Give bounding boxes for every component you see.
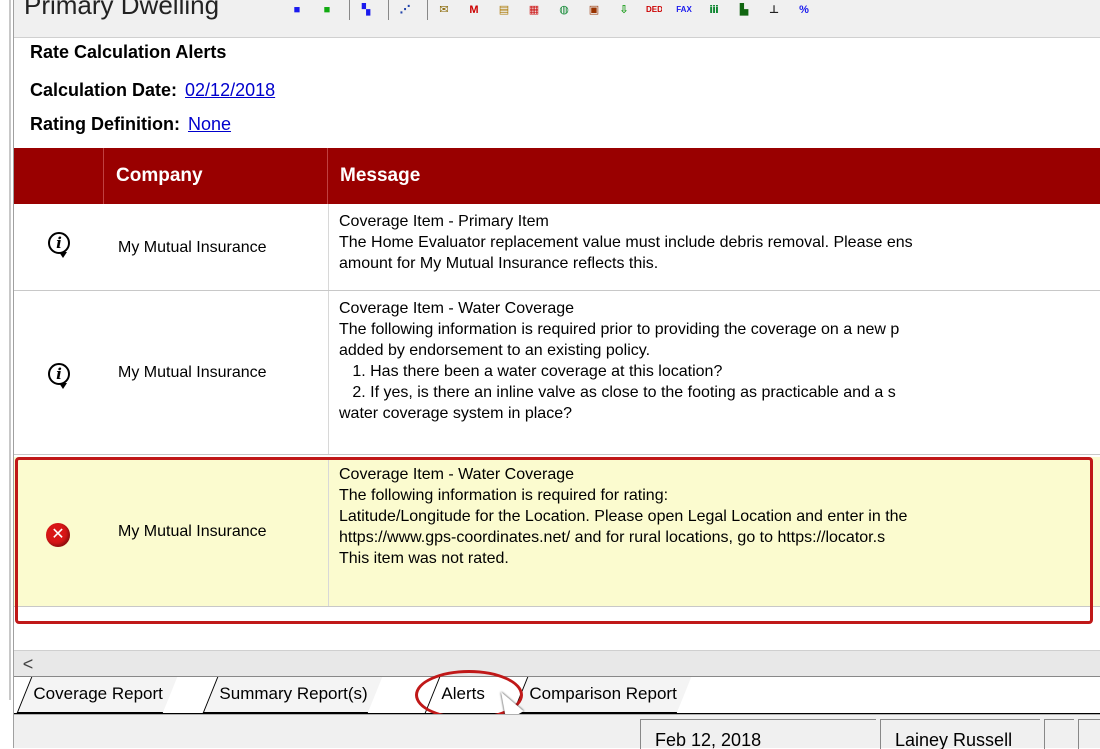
message-line: The following information is required pr…	[339, 321, 900, 338]
message-line: amount for My Mutual Insurance reflects …	[339, 255, 659, 272]
calculation-date-link[interactable]: 02/12/2018	[185, 80, 275, 100]
report-tabs: Coverage Report Summary Report(s) Alerts…	[14, 676, 1100, 714]
toolbar-title: Primary Dwelling	[24, 0, 220, 20]
tab-label: Coverage Report	[33, 684, 163, 703]
company-cell: My Mutual Insurance	[118, 238, 267, 256]
green-square-icon[interactable]: ■	[319, 3, 335, 17]
tab-label: Alerts	[441, 684, 485, 703]
building-icon[interactable]: ▙	[736, 3, 752, 17]
company-cell: My Mutual Insurance	[118, 364, 267, 381]
message-line: Coverage Item - Primary Item	[339, 213, 549, 230]
toolbar: Primary Dwelling ■ ■ ▚ ⋰ ✉ M ▤ ▦ ◍ ▣ ⇩ DED FAX ⅲ ▙ ⊥%	[14, 0, 1100, 38]
fax-icon[interactable]: FAX	[676, 3, 692, 17]
column-header-company[interactable]: Company	[104, 148, 328, 204]
status-date: Feb 12, 2018	[640, 719, 876, 749]
message-cell: Coverage Item - Primary Item The Home Ev…	[328, 204, 1100, 290]
ded-icon[interactable]: DED	[646, 3, 662, 17]
info-icon: i	[48, 363, 70, 389]
message-line: added by endorsement to an existing poli…	[339, 342, 651, 359]
message-line: Latitude/Longitude for the Location. Ple…	[339, 508, 908, 525]
toolbar-icons: ■ ■ ▚ ⋰ ✉ M ▤ ▦ ◍ ▣ ⇩ DED FAX ⅲ ▙ ⊥%	[289, 0, 826, 20]
grid-header: Company Message	[14, 148, 1100, 204]
download-icon[interactable]: ⇩	[616, 3, 632, 17]
status-bar: Feb 12, 2018 Lainey Russell	[14, 714, 1100, 749]
tree-icon[interactable]: ⅲ	[706, 3, 722, 17]
message-line: 1. Has there been a water coverage at th…	[339, 363, 723, 380]
brick-icon[interactable]: ▦	[526, 3, 542, 17]
horizontal-scrollbar[interactable]: <	[14, 650, 1100, 676]
tab-summary-reports[interactable]: Summary Report(s)	[202, 677, 383, 713]
message-cell: Coverage Item - Water Coverage The follo…	[328, 457, 1100, 606]
message-line: Coverage Item - Water Coverage	[339, 466, 575, 483]
toolbar-separator	[349, 0, 350, 20]
calculation-date-row: Calculation Date: 02/12/2018	[30, 80, 275, 101]
column-header-message[interactable]: Message	[328, 148, 1100, 204]
scroll-left-icon[interactable]: <	[18, 651, 38, 677]
message-line: https://www.gps-coordinates.net/ and for…	[339, 529, 886, 546]
blue-square-icon[interactable]: ■	[289, 3, 305, 17]
message-line: Coverage Item - Water Coverage	[339, 300, 575, 317]
status-user: Lainey Russell	[880, 719, 1040, 749]
status-panel-empty	[1078, 719, 1100, 749]
cursor-select-icon[interactable]: ⋰	[397, 3, 413, 17]
mail-icon[interactable]: ✉	[436, 3, 452, 17]
percent-icon[interactable]: %	[796, 3, 812, 17]
column-header-icon[interactable]	[14, 148, 104, 204]
message-line: This item was not rated.	[339, 550, 509, 567]
tab-label: Comparison Report	[529, 684, 677, 703]
tab-coverage-report[interactable]: Coverage Report	[16, 677, 178, 713]
rating-definition-link[interactable]: None	[188, 114, 231, 134]
rating-definition-row: Rating Definition: None	[30, 114, 231, 135]
message-cell: Coverage Item - Water Coverage The follo…	[328, 291, 1100, 454]
table-row[interactable]: i My Mutual Insurance Coverage Item - Wa…	[14, 291, 1100, 455]
message-line: 2. If yes, is there an inline valve as c…	[339, 384, 896, 401]
tab-comparison-report[interactable]: Comparison Report	[512, 677, 692, 713]
tab-label: Summary Report(s)	[219, 684, 368, 703]
globe-icon[interactable]: ◍	[556, 3, 572, 17]
rating-definition-label: Rating Definition:	[30, 114, 180, 134]
message-line: water coverage system in place?	[339, 405, 572, 422]
message-line: The Home Evaluator replacement value mus…	[339, 234, 913, 251]
tab-alerts[interactable]: Alerts	[424, 677, 500, 713]
message-line: The following information is required fo…	[339, 487, 669, 504]
table-row[interactable]: i My Mutual Insurance Coverage Item - Pr…	[14, 204, 1100, 291]
company-cell: My Mutual Insurance	[118, 523, 267, 540]
m-icon[interactable]: M	[466, 3, 482, 17]
toolbar-separator	[427, 0, 428, 20]
row-icon-cell: ✕	[14, 457, 104, 606]
info-icon: i	[48, 232, 70, 258]
toolbar-separator	[388, 0, 389, 20]
status-panel-empty	[1044, 719, 1074, 749]
section-title: Rate Calculation Alerts	[30, 42, 227, 62]
table-row-error[interactable]: ✕ My Mutual Insurance Coverage Item - Wa…	[14, 457, 1100, 607]
image-icon[interactable]: ▣	[586, 3, 602, 17]
ruler-icon[interactable]: ▤	[496, 3, 512, 17]
error-icon: ✕	[46, 523, 70, 547]
chart-icon[interactable]: ⊥	[766, 3, 782, 17]
calculation-date-label: Calculation Date:	[30, 80, 178, 100]
row-icon-cell: i	[14, 204, 104, 290]
grid-view-icon[interactable]: ▚	[358, 3, 374, 17]
row-icon-cell: i	[14, 291, 104, 454]
window-left-border	[0, 0, 14, 748]
